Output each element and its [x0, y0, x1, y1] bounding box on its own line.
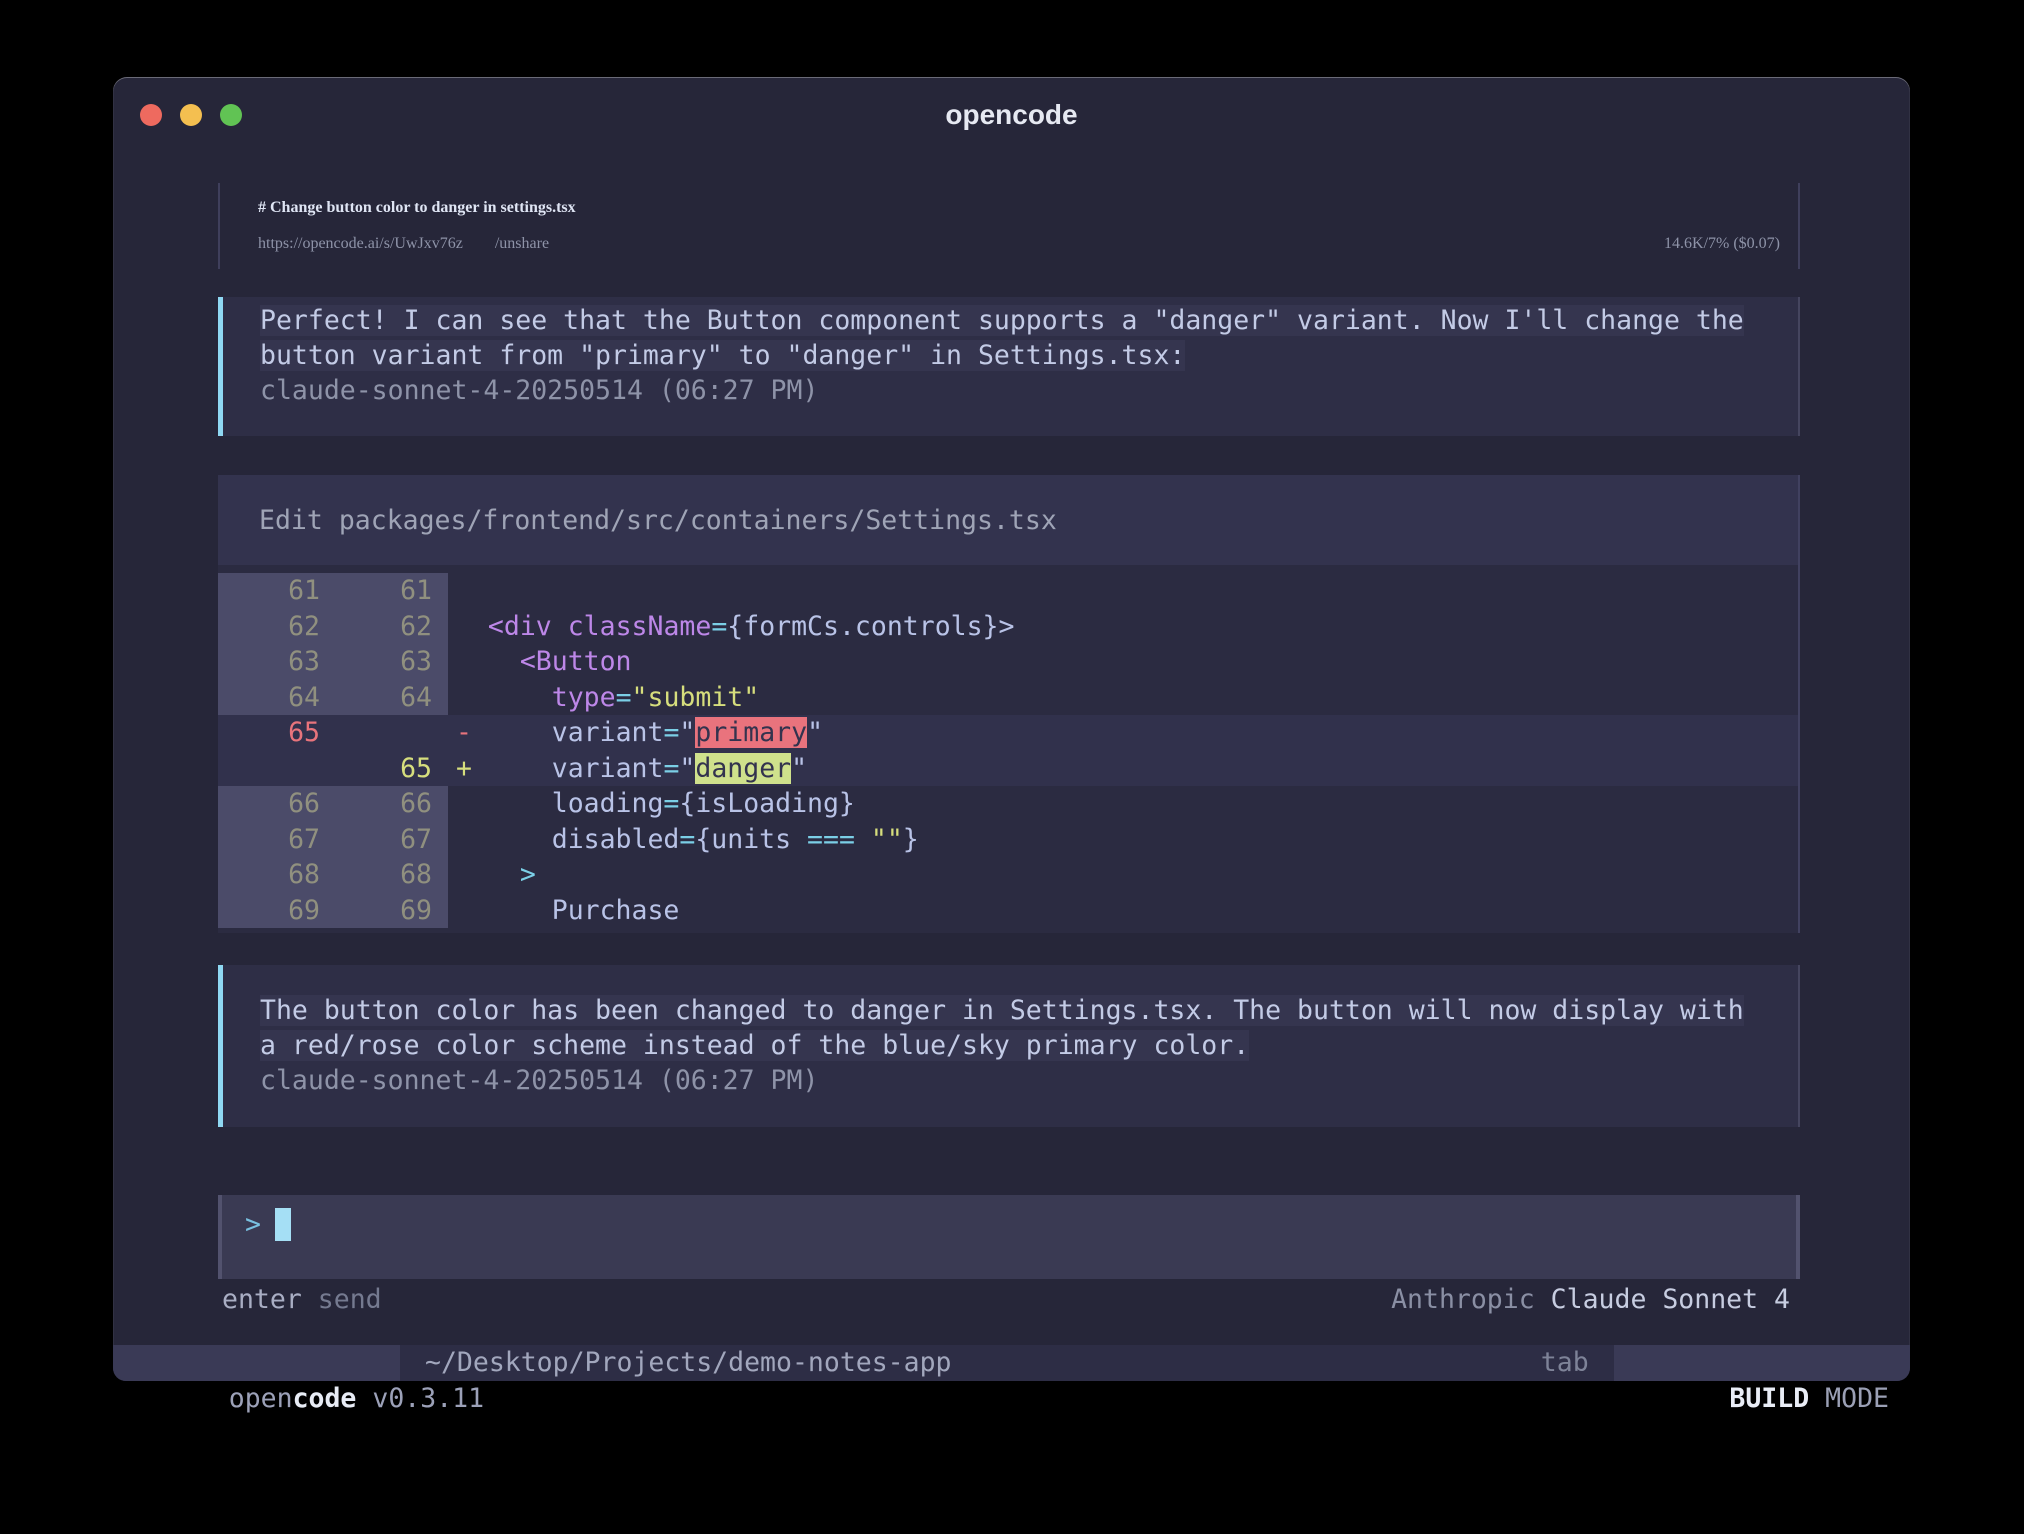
mode-suffix: MODE [1825, 1383, 1889, 1414]
diff-row: 6363 <Button [218, 644, 1798, 680]
new-line-number [330, 715, 448, 751]
message-line: Perfect! I can see that the Button compo… [260, 303, 1778, 338]
new-line-number: 67 [330, 822, 448, 858]
new-line-number: 63 [330, 644, 448, 680]
new-line-number: 66 [330, 786, 448, 822]
opencode-window: opencode # Change button color to danger… [113, 77, 1910, 1381]
diff-code-line: loading={isLoading} [448, 786, 1798, 822]
message-line: The button color has been changed to dan… [260, 993, 1778, 1028]
message-line: button variant from "primary" to "danger… [260, 338, 1778, 373]
diff-code-line: type="submit" [448, 680, 1798, 716]
provider-label: Anthropic [1391, 1282, 1535, 1317]
app-name-open: open [229, 1383, 293, 1414]
diff-row: 6464 type="submit" [218, 680, 1798, 716]
diff-rows: 61616262 <div className={formCs.controls… [218, 565, 1798, 933]
app-version: v0.3.11 [372, 1383, 484, 1414]
diff-row: 6969 Purchase [218, 893, 1798, 929]
enter-key-hint: enter [222, 1282, 302, 1317]
diff-code-line: <Button [448, 644, 1798, 680]
new-line-number: 69 [330, 893, 448, 929]
diff-code-line: <div className={formCs.controls}> [448, 609, 1798, 645]
diff-code-line: > [448, 857, 1798, 893]
edited-file-path: packages/frontend/src/containers/Setting… [339, 505, 1057, 536]
unshare-command[interactable]: /unshare [495, 226, 549, 262]
diff-code-line: Purchase [448, 893, 1798, 929]
message-meta: claude-sonnet-4-20250514 (06:27 PM) [260, 373, 1778, 408]
old-line-number: 66 [218, 786, 330, 822]
old-line-number [218, 751, 330, 787]
window-title: opencode [113, 98, 1910, 132]
message-line: a red/rose color scheme instead of the b… [260, 1028, 1778, 1063]
new-line-number: 65 [330, 751, 448, 787]
diff-row: 65+ variant="danger" [218, 751, 1798, 787]
message-input[interactable]: > [218, 1195, 1800, 1279]
diff-code-line: disabled={units === ""} [448, 822, 1798, 858]
session-title: # Change button color to danger in setti… [258, 190, 1780, 226]
tab-key-hint[interactable]: tab [1541, 1345, 1589, 1381]
context-stats: 14.6K/7% ($0.07) [1664, 226, 1780, 262]
diff-row: 6868 > [218, 857, 1798, 893]
message-meta: claude-sonnet-4-20250514 (06:27 PM) [260, 1063, 1778, 1098]
app-version-chip: opencodev0.3.11 [113, 1345, 400, 1381]
assistant-message: The button color has been changed to dan… [218, 965, 1800, 1127]
message-body: Perfect! I can see that the Button compo… [260, 303, 1778, 373]
share-url-link[interactable]: https://opencode.ai/s/UwJxv76z [258, 226, 463, 262]
old-line-number: 69 [218, 893, 330, 929]
mode-chip[interactable]: BUILDMODE [1614, 1345, 1910, 1381]
prompt-symbol: > [245, 1209, 261, 1240]
app-name-code: code [293, 1383, 357, 1414]
old-line-number: 65 [218, 715, 330, 751]
message-body: The button color has been changed to dan… [260, 993, 1778, 1063]
edit-tool-header: Edit packages/frontend/src/containers/Se… [218, 475, 1798, 565]
input-hints-row: enter send Anthropic Claude Sonnet 4 [218, 1282, 1800, 1317]
assistant-message: Perfect! I can see that the Button compo… [218, 297, 1800, 436]
diff-row: 6262 <div className={formCs.controls}> [218, 609, 1798, 645]
diff-row: 6767 disabled={units === ""} [218, 822, 1798, 858]
diff-code-line [448, 573, 1798, 609]
diff-code-line: - variant="primary" [448, 715, 1798, 751]
send-action-hint: send [318, 1282, 382, 1317]
status-bar: opencodev0.3.11 ~/Desktop/Projects/demo-… [113, 1345, 1910, 1381]
diff-row: 6161 [218, 573, 1798, 609]
old-line-number: 67 [218, 822, 330, 858]
old-line-number: 62 [218, 609, 330, 645]
old-line-number: 61 [218, 573, 330, 609]
old-line-number: 63 [218, 644, 330, 680]
working-directory: ~/Desktop/Projects/demo-notes-app [425, 1345, 952, 1381]
old-line-number: 68 [218, 857, 330, 893]
text-cursor [275, 1208, 291, 1241]
new-line-number: 61 [330, 573, 448, 609]
old-line-number: 64 [218, 680, 330, 716]
diff-row: 65 - variant="primary" [218, 715, 1798, 751]
new-line-number: 62 [330, 609, 448, 645]
session-header: # Change button color to danger in setti… [218, 183, 1800, 269]
tool-name: Edit [259, 505, 323, 536]
diff-code-line: + variant="danger" [448, 751, 1798, 787]
new-line-number: 68 [330, 857, 448, 893]
diff-row: 6666 loading={isLoading} [218, 786, 1798, 822]
mode-name: BUILD [1729, 1383, 1809, 1414]
edit-tool-card: Edit packages/frontend/src/containers/Se… [218, 475, 1800, 933]
new-line-number: 64 [330, 680, 448, 716]
model-label: Claude Sonnet 4 [1551, 1282, 1790, 1317]
